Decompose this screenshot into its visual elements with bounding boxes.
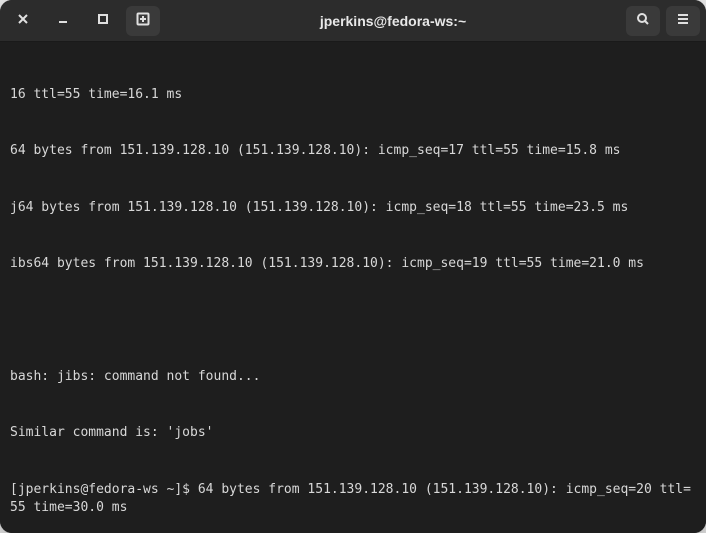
output-line: 64 bytes from 151.139.128.10 (151.139.12…	[10, 142, 696, 161]
output-line: bash: jibs: command not found...	[10, 368, 696, 387]
search-icon	[635, 11, 651, 30]
hamburger-icon	[675, 11, 691, 30]
minimize-button[interactable]	[46, 6, 80, 36]
close-icon	[15, 11, 31, 30]
plus-box-icon	[135, 11, 151, 30]
menu-button[interactable]	[666, 6, 700, 36]
terminal-window: jperkins@fedora-ws:~ 16 ttl=55 time=16.1…	[0, 0, 706, 533]
output-line: Similar command is: 'jobs'	[10, 424, 696, 443]
close-button[interactable]	[6, 6, 40, 36]
output-line: [jperkins@fedora-ws ~]$ 64 bytes from 15…	[10, 481, 696, 519]
terminal-output[interactable]: 16 ttl=55 time=16.1 ms 64 bytes from 151…	[0, 42, 706, 533]
titlebar-right-group	[626, 6, 700, 36]
titlebar: jperkins@fedora-ws:~	[0, 0, 706, 42]
output-line: 16 ttl=55 time=16.1 ms	[10, 86, 696, 105]
new-tab-button[interactable]	[126, 6, 160, 36]
minimize-icon	[55, 11, 71, 30]
output-line: j64 bytes from 151.139.128.10 (151.139.1…	[10, 199, 696, 218]
output-line	[10, 312, 696, 330]
search-button[interactable]	[626, 6, 660, 36]
window-title: jperkins@fedora-ws:~	[166, 13, 620, 29]
output-line: ibs64 bytes from 151.139.128.10 (151.139…	[10, 255, 696, 274]
maximize-button[interactable]	[86, 6, 120, 36]
maximize-icon	[95, 11, 111, 30]
